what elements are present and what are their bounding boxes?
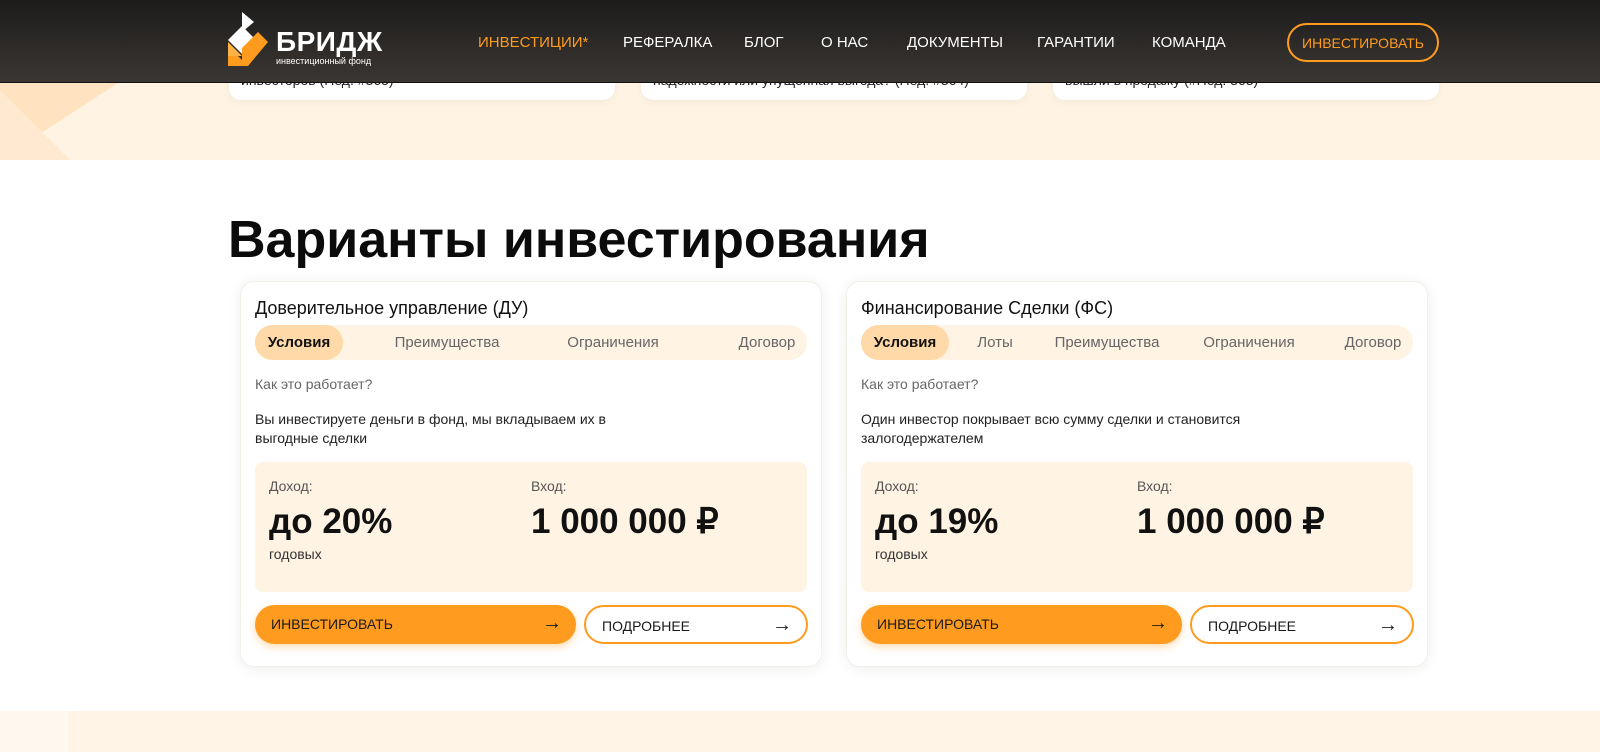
invest-button[interactable]: ИНВЕСТИРОВАТЬ →: [255, 605, 576, 644]
tab-limitations[interactable]: Ограничения: [1189, 325, 1309, 360]
income-label: Доход:: [269, 478, 313, 494]
decor-triangle-small: [0, 90, 70, 160]
entry-value: 1 000 000 ₽: [1137, 502, 1325, 541]
bottom-band: [0, 711, 1600, 752]
more-button[interactable]: ПОДРОБНЕЕ →: [1190, 605, 1414, 644]
nav-item-documents[interactable]: ДОКУМЕНТЫ: [907, 34, 1003, 51]
invest-button-label: ИНВЕСТИРОВАТЬ: [271, 616, 393, 632]
logo-subtitle: инвестиционный фонд: [276, 56, 372, 66]
invest-button[interactable]: ИНВЕСТИРОВАТЬ →: [861, 605, 1182, 644]
card-tabs: Условия Преимущества Ограничения Договор: [255, 325, 807, 360]
card-description: Вы инвестируете деньги в фонд, мы вклады…: [255, 411, 606, 446]
investment-card-fs: Финансирование Сделки (ФС) Условия Лоты …: [846, 281, 1428, 667]
section-title: Варианты инвестирования: [228, 211, 930, 269]
income-value: до 19%: [875, 502, 999, 541]
tab-contract[interactable]: Договор: [727, 325, 807, 360]
tab-conditions[interactable]: Условия: [255, 325, 343, 360]
nav-item-about[interactable]: О НАС: [821, 34, 868, 51]
decor-corner: [0, 711, 68, 752]
tab-conditions[interactable]: Условия: [861, 325, 949, 360]
card-title: Доверительное управление (ДУ): [255, 298, 529, 318]
tab-limitations[interactable]: Ограничения: [553, 325, 673, 360]
nav-item-blog[interactable]: БЛОГ: [744, 34, 783, 51]
card-tabs: Условия Лоты Преимущества Ограничения До…: [861, 325, 1413, 360]
invest-button-label: ИНВЕСТИРОВАТЬ: [877, 616, 999, 632]
nav-item-guarantees[interactable]: ГАРАНТИИ: [1037, 34, 1115, 51]
arrow-right-icon: →: [772, 614, 792, 636]
entry-label: Вход:: [531, 478, 567, 494]
income-label: Доход:: [875, 478, 919, 494]
tab-advantages[interactable]: Преимущества: [1047, 325, 1167, 360]
entry-label: Вход:: [1137, 478, 1173, 494]
how-it-works-label: Как это работает?: [255, 376, 373, 392]
how-it-works-label: Как это работает?: [861, 376, 979, 392]
income-period: годовых: [269, 546, 322, 562]
tab-lots[interactable]: Лоты: [965, 325, 1025, 360]
income-period: годовых: [875, 546, 928, 562]
arrow-right-icon: →: [542, 612, 562, 634]
bridge-logo-icon: [228, 12, 268, 66]
stats-panel: Доход: до 19% годовых Вход: 1 000 000 ₽: [861, 462, 1413, 592]
tab-advantages[interactable]: Преимущества: [387, 325, 507, 360]
card-title: Финансирование Сделки (ФС): [861, 298, 1114, 318]
logo[interactable]: БРИДЖ инвестиционный фонд: [228, 12, 388, 68]
tab-contract[interactable]: Договор: [1333, 325, 1413, 360]
income-value: до 20%: [269, 502, 393, 541]
arrow-right-icon: →: [1148, 612, 1168, 634]
entry-value: 1 000 000 ₽: [531, 502, 719, 541]
arrow-right-icon: →: [1378, 614, 1398, 636]
stats-panel: Доход: до 20% годовых Вход: 1 000 000 ₽: [255, 462, 807, 592]
nav-item-investments[interactable]: ИНВЕСТИЦИИ*: [478, 34, 588, 51]
card-description: Один инвестор покрывает всю сумму сделки…: [861, 411, 1241, 446]
investment-card-du: Доверительное управление (ДУ) Условия Пр…: [240, 281, 822, 667]
more-button-label: ПОДРОБНЕЕ: [1208, 618, 1297, 634]
nav-item-team[interactable]: КОМАНДА: [1152, 34, 1226, 51]
header-invest-button[interactable]: ИНВЕСТИРОВАТЬ: [1287, 23, 1439, 62]
more-button-label: ПОДРОБНЕЕ: [602, 618, 691, 634]
more-button[interactable]: ПОДРОБНЕЕ →: [584, 605, 808, 644]
logo-title: БРИДЖ: [276, 26, 383, 57]
nav-item-referral[interactable]: РЕФЕРАЛКА: [623, 34, 712, 51]
site-header: БРИДЖ инвестиционный фонд ИНВЕСТИЦИИ* РЕ…: [0, 0, 1600, 83]
